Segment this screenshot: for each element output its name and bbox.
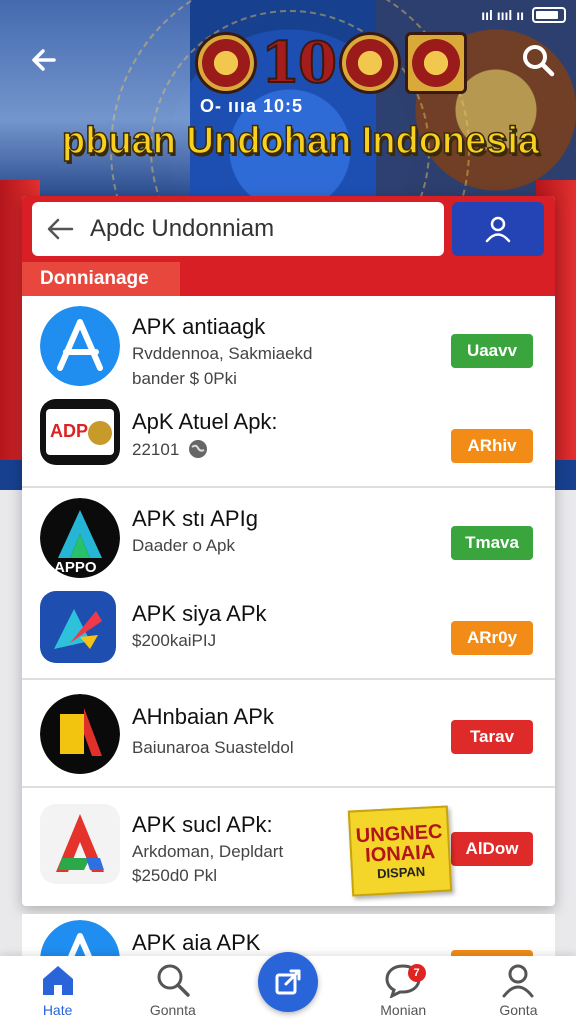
nav-label: Hate [42,1002,73,1018]
blue-a-icon [40,306,120,386]
nav-account[interactable]: Gonta [461,956,576,1024]
svg-text:APPO: APPO [54,559,97,576]
app-name: APK stı APIg [132,506,258,531]
list-item[interactable]: AHnbaian APk Baiunaroa Suasteldol Tarav [22,680,555,786]
promo-line: IONAIA [364,840,436,867]
appo-icon: APPO [40,498,120,578]
nav-label: Gonta [499,1002,538,1018]
garuda-emblem-icon [338,32,401,94]
search-icon [523,45,555,77]
home-icon [42,966,73,995]
app-group: APK antiaagk Rvddennoa, Sakmiaekd bander… [22,296,555,488]
emblem-row: 10 [195,28,467,98]
app-name: APK siya APk [132,601,267,626]
list-item[interactable]: APK sucl APk: Arkdoman, Depldart $250d0 … [22,788,555,900]
app-name: AHnbaian APk [132,704,274,729]
app-list: APK antiaagk Rvddennoa, Sakmiaekd bander… [22,296,555,900]
app-name: APK antiaagk [132,314,266,339]
search-input[interactable] [90,215,410,243]
colorful-arrow-icon [40,591,116,663]
nav-label: Gonnta [149,1002,196,1018]
search-field[interactable] [32,202,444,256]
nav-share[interactable] [230,952,345,1024]
app-description: Arkdoman, Depldart [132,842,284,861]
app-description: Daader o Apk [132,536,236,555]
app-action-button[interactable]: ARhiv [451,429,533,463]
app-name: APK sucl APk: [132,812,273,837]
app-price: $250d0 Pkl [132,866,218,885]
arrow-left-icon[interactable] [46,217,74,241]
nav-label: Monian [380,1002,427,1018]
back-button[interactable] [22,38,66,82]
garuda-emblem-icon [404,32,467,94]
adp-garuda-icon: ADP [40,399,120,465]
battery-icon [532,7,566,23]
red-green-a-icon [40,804,120,884]
app-action-button[interactable]: Uaavv [451,334,533,368]
nav-search[interactable]: Gonnta [115,956,230,1024]
app-group: APPO APK stı APIg Daader o Apk Tmava APK… [22,488,555,680]
app-action-button[interactable]: AlDow [451,832,533,866]
app-description: Baiunaroa Suasteldol [132,738,294,757]
app-price: bander $ 0Pki [132,369,237,388]
globe-icon [189,440,208,458]
page-title: pbuan Undohan Indonesia [61,119,540,163]
svg-text:ADP: ADP [50,421,88,441]
list-item[interactable]: APK siya APk $200kaiPIJ ARr0y [22,583,555,678]
app-action-button[interactable]: Tmava [451,526,533,560]
share-button[interactable] [258,952,318,1012]
app-description: $200kaiPIJ [132,631,217,650]
signal-text: ııl ıııl ıı [481,7,524,23]
bottom-nav: Hate Gonnta 7 Monian Gonta [0,952,576,1024]
promo-line: DISPAN [376,863,426,881]
app-description: 22101 [132,439,208,460]
app-name: ApK Atuel Apk: [132,409,278,434]
list-item[interactable]: APPO APK stı APIg Daader o Apk Tmava [22,488,555,583]
account-button[interactable] [452,202,544,256]
search-button[interactable] [516,38,560,82]
app-action-button[interactable]: ARr0y [451,621,533,655]
arrow-left-icon [32,49,56,71]
status-bar: ııl ıııl ıı [481,4,566,26]
user-icon [485,216,511,243]
emblem-number: 10 [260,29,338,97]
black-yellow-a-icon [40,694,120,774]
user-icon [502,964,534,998]
promo-sticker[interactable]: UNGNEC IONAIA DISPAN [347,805,453,897]
app-name: APK aia APK [132,930,261,955]
app-group: AHnbaian APk Baiunaroa Suasteldol Tarav [22,680,555,788]
section-tab[interactable]: Donnianage [22,262,180,296]
nav-home[interactable]: Hate [0,956,115,1024]
list-item[interactable]: ADP ApK Atuel Apk: 22101 ARhiv [22,391,555,486]
app-list-card: Donnianage APK antiaagk Rvddennoa, Sakmi… [22,196,555,906]
nav-messages[interactable]: 7 Monian [346,956,461,1024]
app-action-button[interactable]: Tarav [451,720,533,754]
notification-badge: 7 [407,964,426,982]
list-item[interactable]: APK antiaagk Rvddennoa, Sakmiaekd bander… [22,296,555,391]
share-icon [275,969,301,995]
app-description: Rvddennoa, Sakmiaekd [132,344,313,363]
hero-subtitle: O- ıııa 10:5 [200,96,304,116]
app-group: APK sucl APk: Arkdoman, Depldart $250d0 … [22,788,555,900]
search-icon [157,964,190,997]
garuda-emblem-icon [195,32,257,94]
